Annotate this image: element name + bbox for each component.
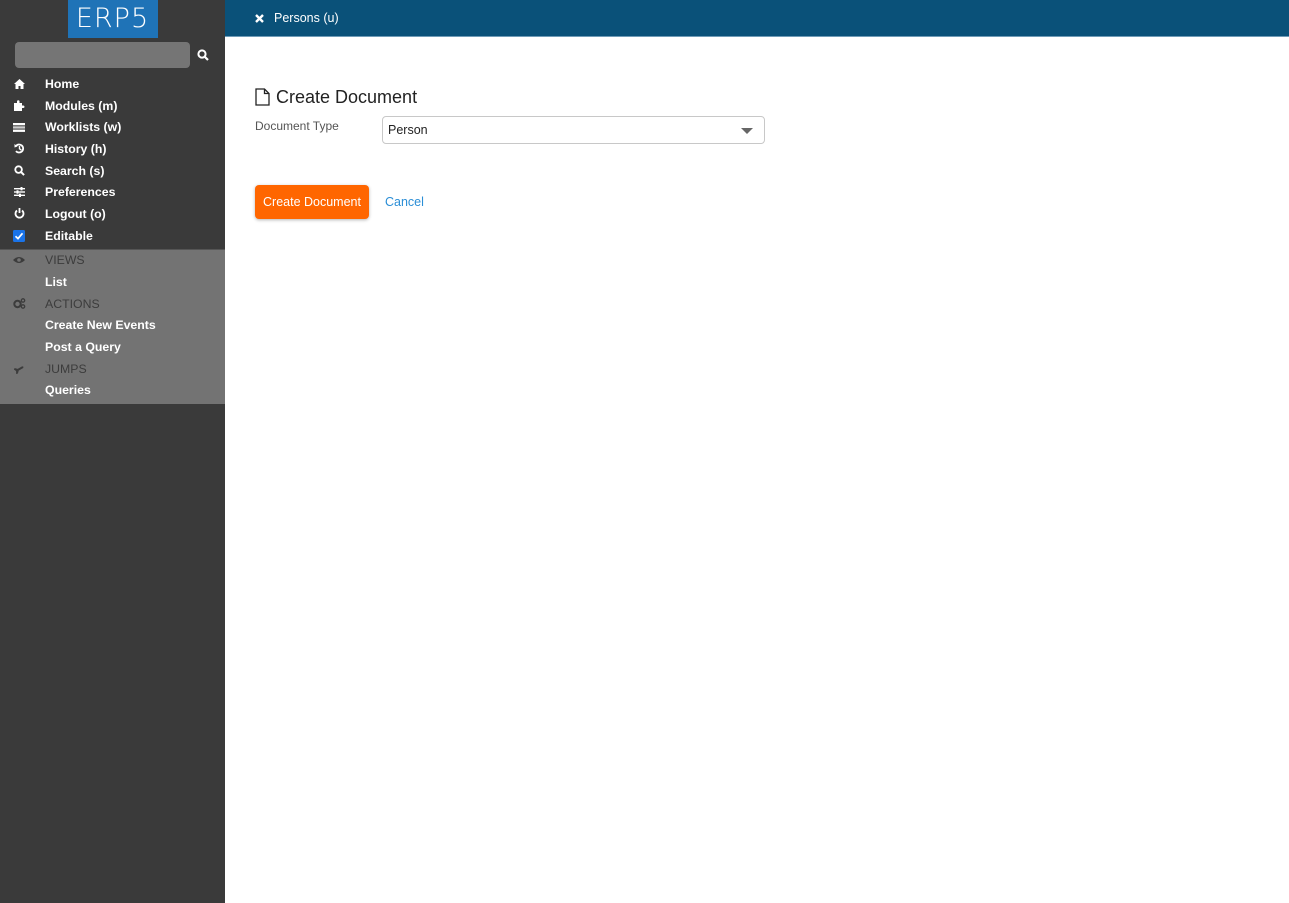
document-type-field: Document Type Person [255,116,765,144]
document-type-value: Person [388,123,428,137]
document-type-label: Document Type [255,119,339,133]
sidebar-item-worklists[interactable]: Worklists (w) [0,116,225,138]
sidebar-item-label: Modules (m) [45,98,118,113]
form-actions: Create Document Cancel [255,185,765,219]
views-heading: VIEWS [0,250,225,272]
jumps-heading: JUMPS [0,358,225,380]
sidebar-item-logout[interactable]: Logout (o) [0,203,225,225]
cogs-icon [12,298,25,310]
sliders-icon [13,187,25,198]
actions-heading: ACTIONS [0,293,225,315]
erp5-logo[interactable]: ERP5 [67,0,158,38]
sidebar-item-label: History (h) [45,141,107,156]
close-persons-button[interactable]: Persons (u) [255,11,339,25]
cancel-link[interactable]: Cancel [385,195,424,209]
view-list-link[interactable]: List [0,271,225,293]
sidebar: ERP5 Home Modules (m) Worklists (w) Hist… [0,0,225,903]
sidebar-item-modules[interactable]: Modules (m) [0,95,225,117]
sidebar-item-home[interactable]: Home [0,73,225,95]
sidebar-item-label: Search (s) [45,163,105,178]
sidebar-item-label: Worklists (w) [45,120,122,135]
tasks-icon [13,122,25,132]
home-icon [13,78,25,89]
sidebar-item-label: Home [45,76,80,91]
power-icon [14,208,24,219]
plane-icon [13,366,23,374]
sidebar-item-label: Logout (o) [45,206,106,221]
sidebar-item-editable[interactable]: Editable [0,225,225,247]
main-content: Create Document Document Type Person Cre… [255,85,765,219]
context-panel: VIEWS List ACTIONS Create New Events Pos… [0,248,225,405]
search-icon [197,49,209,61]
search-button[interactable] [192,42,214,68]
eye-icon [13,257,25,264]
document-type-select[interactable]: Person [382,116,765,144]
close-icon [255,13,264,23]
jump-queries-link[interactable]: Queries [0,380,225,402]
action-post-a-query-link[interactable]: Post a Query [0,336,225,358]
sidebar-item-preferences[interactable]: Preferences [0,181,225,203]
sidebar-item-history[interactable]: History (h) [0,138,225,160]
page-title: Create Document [255,85,765,109]
history-icon [14,144,24,154]
action-create-new-events-link[interactable]: Create New Events [0,315,225,337]
sidebar-nav: Home Modules (m) Worklists (w) History (… [0,68,225,247]
chevron-down-icon [741,128,753,134]
checkbox-icon[interactable] [13,229,25,242]
close-persons-label: Persons (u) [274,11,339,25]
file-icon [255,88,270,106]
sidebar-search [0,38,225,68]
puzzle-icon [13,100,24,112]
search-icon [13,165,25,176]
search-input[interactable] [15,42,190,68]
sidebar-item-search[interactable]: Search (s) [0,160,225,182]
top-header: Persons (u) [225,0,1289,37]
sidebar-item-label: Preferences [45,185,116,200]
sidebar-item-label: Editable [45,228,93,243]
create-document-button[interactable]: Create Document [255,185,369,219]
